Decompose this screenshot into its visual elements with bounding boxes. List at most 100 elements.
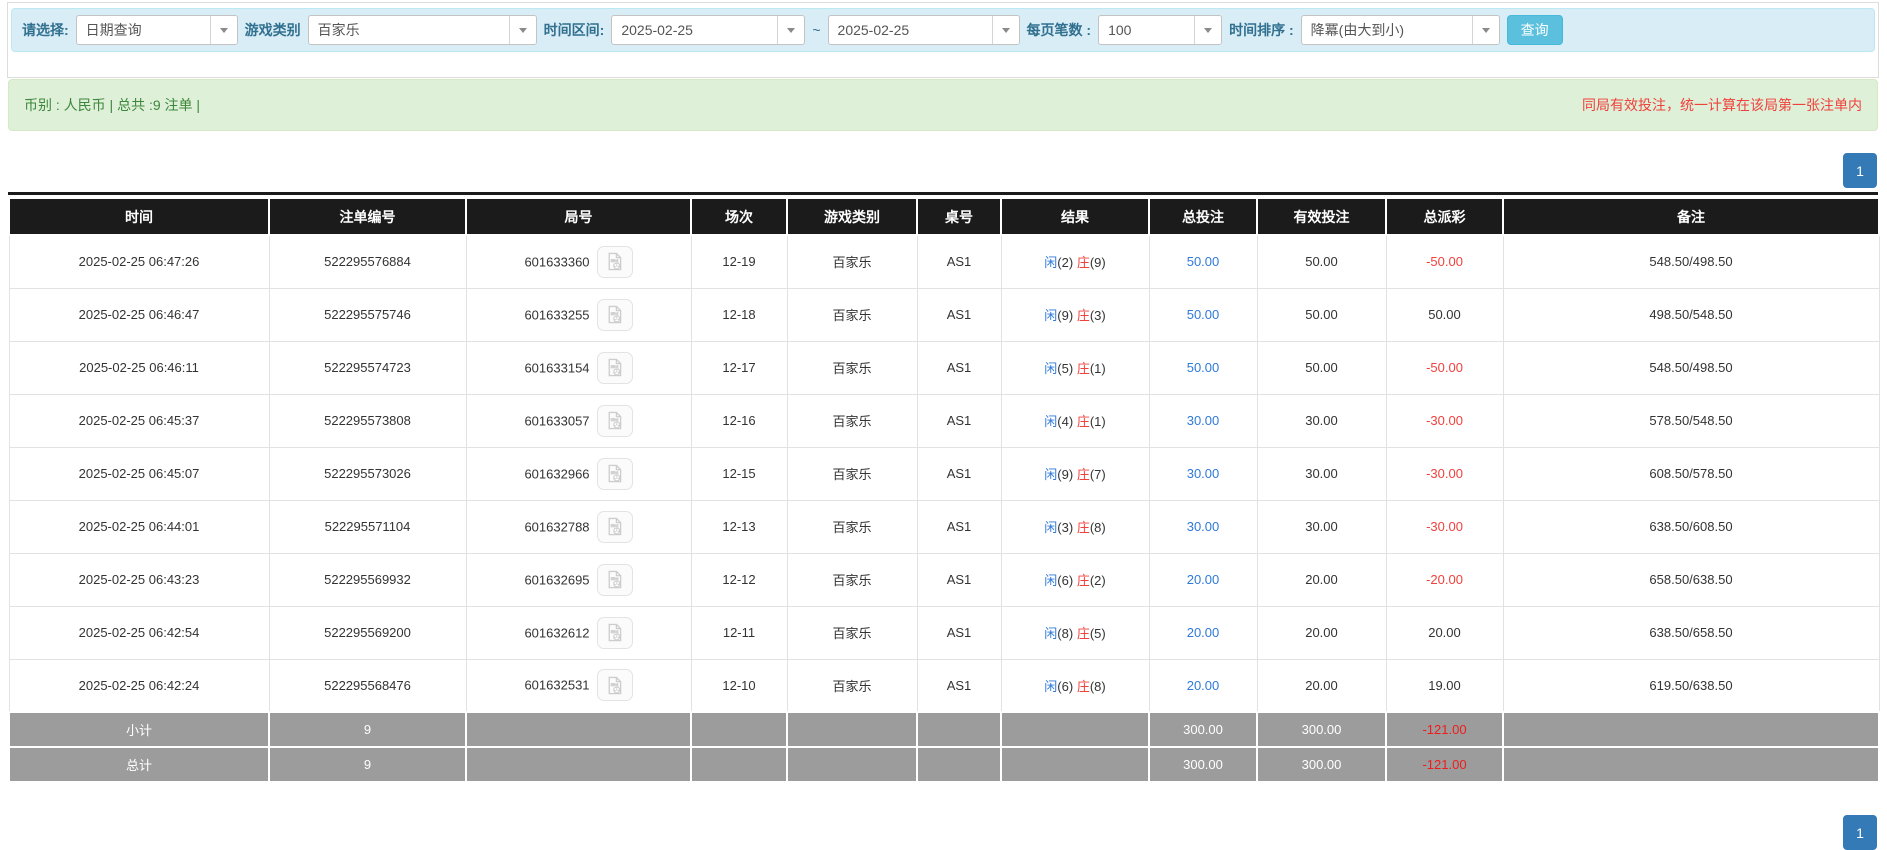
column-header-4: 游戏类别 [787, 198, 917, 235]
cell-remark: 548.50/498.50 [1503, 235, 1879, 288]
cell-session: 12-15 [691, 447, 787, 500]
chevron-down-icon[interactable] [1472, 16, 1499, 44]
column-header-0: 时间 [9, 198, 269, 235]
video-icon [604, 251, 625, 272]
cell-session: 12-16 [691, 394, 787, 447]
filter-panel: 请选择: 日期查询 游戏类别 百家乐 时间区间: 2025-02-25 ~ 20… [7, 2, 1879, 78]
valid-bet-notice: 同局有效投注，统一计算在该局第一张注单内 [1582, 95, 1862, 115]
currency-summary-text: 币别 : 人民币 | 总共 :9 注单 | [24, 95, 200, 115]
sum-empty-cell [1001, 747, 1149, 782]
cell-round-no: 601633154 [466, 341, 691, 394]
search-button[interactable]: 查询 [1507, 15, 1563, 45]
video-replay-button[interactable] [597, 458, 633, 490]
cell-result: 闲(6) 庄(8) [1001, 659, 1149, 712]
total-bet-link[interactable]: 50.00 [1187, 307, 1220, 322]
sum-empty-cell [691, 712, 787, 747]
cell-valid-bet: 30.00 [1257, 447, 1386, 500]
total-bet-link[interactable]: 20.00 [1187, 572, 1220, 587]
date-from-select[interactable]: 2025-02-25 [611, 15, 805, 45]
cell-valid-bet: 50.00 [1257, 288, 1386, 341]
date-to-select[interactable]: 2025-02-25 [828, 15, 1020, 45]
cell-round-no: 601632531 [466, 659, 691, 712]
sum-empty-cell [466, 747, 691, 782]
cell-session: 12-17 [691, 341, 787, 394]
video-replay-button[interactable] [597, 352, 633, 384]
table-row: 2025-02-25 06:43:23522295569932601632695… [9, 553, 1879, 606]
total-bet-link[interactable]: 20.00 [1187, 678, 1220, 693]
total-bet-link[interactable]: 50.00 [1187, 360, 1220, 375]
cell-bet-no: 522295573808 [269, 394, 466, 447]
pagination-top: 1 [1843, 153, 1877, 188]
payout-value: -121.00 [1422, 722, 1466, 737]
sum-empty-cell [917, 712, 1001, 747]
cell-table-no: AS1 [917, 659, 1001, 712]
video-icon [604, 516, 625, 537]
video-replay-button[interactable] [597, 564, 633, 596]
sum-empty-cell [787, 712, 917, 747]
cell-remark: 548.50/498.50 [1503, 341, 1879, 394]
cell-table-no: AS1 [917, 235, 1001, 288]
game-type-select[interactable]: 百家乐 [308, 15, 537, 45]
table-row: 2025-02-25 06:46:47522295575746601633255… [9, 288, 1879, 341]
cell-game-type: 百家乐 [787, 288, 917, 341]
table-row: 2025-02-25 06:46:11522295574723601633154… [9, 341, 1879, 394]
banker-result: 庄 [1077, 361, 1090, 376]
video-replay-button[interactable] [597, 299, 633, 331]
cell-table-no: AS1 [917, 288, 1001, 341]
page-1-button[interactable]: 1 [1843, 815, 1877, 850]
cell-time: 2025-02-25 06:47:26 [9, 235, 269, 288]
cell-bet-no: 522295576884 [269, 235, 466, 288]
total-bet-link[interactable]: 20.00 [1187, 625, 1220, 640]
cell-payout: -20.00 [1386, 553, 1503, 606]
cell-payout: 19.00 [1386, 659, 1503, 712]
cell-result: 闲(5) 庄(1) [1001, 341, 1149, 394]
player-result: 闲 [1044, 414, 1057, 429]
player-result: 闲 [1044, 467, 1057, 482]
date-from-value: 2025-02-25 [612, 16, 777, 44]
page-size-select[interactable]: 100 [1098, 15, 1222, 45]
chevron-down-icon[interactable] [777, 16, 804, 44]
video-replay-button[interactable] [597, 246, 633, 278]
banker-result: 庄 [1077, 414, 1090, 429]
cell-valid-bet: 20.00 [1257, 553, 1386, 606]
total-bet-link[interactable]: 30.00 [1187, 413, 1220, 428]
total-bet-link[interactable]: 50.00 [1187, 254, 1220, 269]
video-replay-button[interactable] [597, 405, 633, 437]
summary-bar: 币别 : 人民币 | 总共 :9 注单 | 同局有效投注，统一计算在该局第一张注… [8, 79, 1878, 131]
cell-bet-no: 522295569200 [269, 606, 466, 659]
total-bet-link[interactable]: 30.00 [1187, 519, 1220, 534]
sort-order-select[interactable]: 降冪(由大到小) [1301, 15, 1500, 45]
cell-total-bet: 20.00 [1149, 553, 1257, 606]
sum-payout: -121.00 [1386, 747, 1503, 782]
column-header-9: 总派彩 [1386, 198, 1503, 235]
filter-bar: 请选择: 日期查询 游戏类别 百家乐 时间区间: 2025-02-25 ~ 20… [11, 8, 1875, 52]
cell-time: 2025-02-25 06:45:07 [9, 447, 269, 500]
chevron-down-icon[interactable] [509, 16, 536, 44]
sum-label: 总计 [9, 747, 269, 782]
cell-time: 2025-02-25 06:42:54 [9, 606, 269, 659]
sum-valid-bet: 300.00 [1257, 712, 1386, 747]
cell-table-no: AS1 [917, 500, 1001, 553]
payout-value: -30.00 [1426, 519, 1463, 534]
page-1-button[interactable]: 1 [1843, 153, 1877, 188]
video-icon [604, 357, 625, 378]
cell-round-no: 601632788 [466, 500, 691, 553]
round-no: 601632531 [524, 678, 589, 693]
video-icon [604, 569, 625, 590]
cell-round-no: 601633255 [466, 288, 691, 341]
chevron-down-icon[interactable] [992, 16, 1019, 44]
chevron-down-icon[interactable] [210, 16, 237, 44]
cell-game-type: 百家乐 [787, 394, 917, 447]
cell-result: 闲(9) 庄(7) [1001, 447, 1149, 500]
video-replay-button[interactable] [597, 617, 633, 649]
video-replay-button[interactable] [597, 511, 633, 543]
query-type-select[interactable]: 日期查询 [76, 15, 238, 45]
chevron-down-icon[interactable] [1194, 16, 1221, 44]
total-bet-link[interactable]: 30.00 [1187, 466, 1220, 481]
cell-result: 闲(8) 庄(5) [1001, 606, 1149, 659]
cell-bet-no: 522295573026 [269, 447, 466, 500]
cell-time: 2025-02-25 06:46:11 [9, 341, 269, 394]
cell-session: 12-12 [691, 553, 787, 606]
video-replay-button[interactable] [597, 669, 633, 701]
player-result: 闲 [1044, 573, 1057, 588]
